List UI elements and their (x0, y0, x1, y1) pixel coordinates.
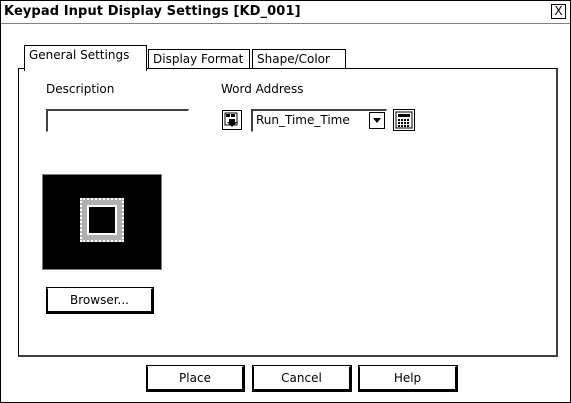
help-button[interactable]: Help (358, 365, 458, 392)
word-address-label: Word Address (221, 82, 304, 96)
word-address-select[interactable]: Run_Time_Time (251, 109, 387, 132)
shape-preview-inner (87, 205, 117, 235)
address-entry-icon (224, 112, 238, 127)
word-address-value: Run_Time_Time (256, 113, 350, 127)
keypad-button[interactable] (393, 109, 415, 131)
tab-general-settings[interactable]: General Settings (24, 45, 147, 71)
keypad-input-display-settings-dialog: Keypad Input Display Settings [KD_001] X… (0, 0, 571, 403)
shape-preview (42, 174, 162, 270)
tab-shape-color-label: Shape/Color (257, 52, 330, 66)
help-button-label: Help (393, 371, 422, 385)
cancel-button[interactable]: Cancel (252, 365, 352, 392)
address-entry-button[interactable] (222, 110, 242, 130)
place-button-label: Place (179, 371, 211, 385)
shape-preview-frame (80, 198, 124, 242)
tab-display-format-label: Display Format (153, 52, 244, 66)
cancel-button-label: Cancel (281, 371, 322, 385)
keypad-icon (395, 111, 413, 129)
dropdown-button[interactable] (369, 112, 385, 129)
description-input[interactable] (46, 109, 189, 132)
place-button[interactable]: Place (146, 365, 245, 392)
title-bar: Keypad Input Display Settings [KD_001] X (1, 1, 570, 24)
tab-general-settings-label: General Settings (29, 48, 130, 62)
description-label: Description (46, 82, 115, 96)
window-title: Keypad Input Display Settings [KD_001] (4, 4, 301, 19)
chevron-down-icon (373, 118, 381, 123)
browser-button-label: Browser... (70, 293, 129, 307)
browser-button[interactable]: Browser... (46, 287, 154, 314)
close-button[interactable]: X (551, 4, 566, 19)
